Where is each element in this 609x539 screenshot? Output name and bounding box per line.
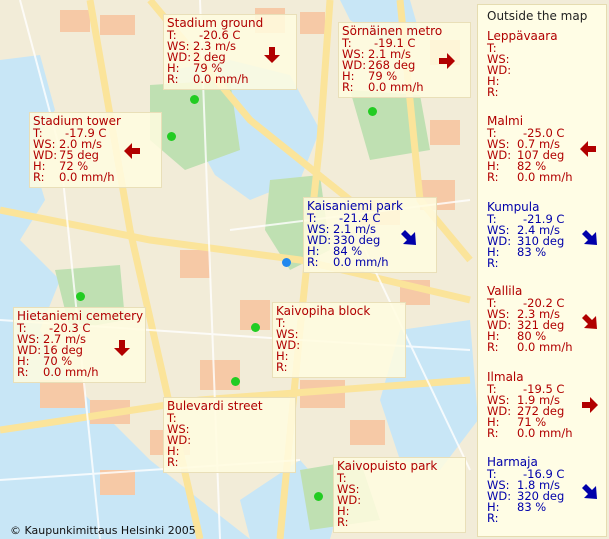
wind-arrow-left-icon: [124, 143, 140, 159]
station-box-stadium-tower[interactable]: Stadium tower T: -17.9 C WS: 2.0 m/s WD: 75…: [29, 112, 162, 188]
station-marker-kaivopuisto-park[interactable]: [314, 492, 323, 501]
station-box-kaivopuisto-park[interactable]: Kaivopuisto park T: WS: WD: H: R:: [333, 457, 466, 533]
wind-arrow-left-icon: [580, 141, 596, 157]
station-box-bulevardi-street[interactable]: Bulevardi street T: WS: WD: H: R:: [163, 397, 296, 473]
station-name: Bulevardi street: [167, 399, 263, 413]
wind-arrow-down-right-icon: [582, 314, 597, 329]
station-name: Kaivopuisto park: [337, 459, 438, 473]
copyright-text: © Kaupunkimittaus Helsinki 2005: [10, 524, 196, 537]
station-marker-stadium-tower[interactable]: [167, 132, 176, 141]
station-box-kaisaniemi-park[interactable]: Kaisaniemi park T: -21.4 C WS: 2.1 m/s WD:…: [303, 197, 437, 273]
station-name: Leppävaara: [487, 29, 558, 43]
station-marker-hietaniemi-cemetery[interactable]: [76, 292, 85, 301]
rain-value: 0.0 mm/h: [333, 255, 389, 269]
outside-station-kumpula[interactable]: Kumpula T: -21.9 C WS: 2.4 m/s WD: 310 deg …: [487, 201, 564, 269]
humidity-value: 83 %: [517, 500, 547, 514]
wind-arrow-down-right-icon: [401, 230, 416, 245]
rain-value: 0.0 mm/h: [517, 340, 573, 354]
outside-panel-title: Outside the map: [487, 9, 588, 23]
station-box-hietaniemi-cemetery[interactable]: Hietaniemi cemetery T: -20.3 C WS: 2.7 m/s…: [13, 307, 146, 383]
outside-the-map-panel: Outside the map Leppävaara T: WS: WD: H:…: [477, 4, 607, 537]
rain-value: 0.0 mm/h: [517, 170, 573, 184]
outside-station-ilmala[interactable]: Ilmala T: -19.5 C WS: 1.9 m/s WD: 272 deg H…: [487, 371, 573, 440]
rain-value: 0.0 mm/h: [59, 170, 115, 184]
wind-arrow-down-right-icon: [582, 484, 597, 499]
outside-station-harmaja[interactable]: Harmaja T: -16.9 C WS: 1.8 m/s WD: 320 deg …: [487, 456, 564, 524]
rain-value: 0.0 mm/h: [193, 72, 249, 86]
weather-map: Stadium ground T: -20.6 C WS: 2.3 m/s WD: 2…: [0, 0, 609, 539]
outside-station-vallila[interactable]: Vallila T: -20.2 C WS: 2.3 m/s WD: 321 deg …: [487, 285, 573, 354]
wind-arrow-down-right-icon: [582, 230, 597, 245]
wind-arrow-down-icon: [114, 340, 130, 356]
outside-station-malmi[interactable]: Malmi T: -25.0 C WS: 0.7 m/s WD: 107 deg H:…: [487, 115, 573, 184]
station-box-stadium-ground[interactable]: Stadium ground T: -20.6 C WS: 2.3 m/s WD: 2…: [163, 14, 297, 90]
wind-arrow-right-icon: [439, 53, 455, 69]
station-marker-sornainen-metro[interactable]: [368, 107, 377, 116]
station-box-kaivopiha-block[interactable]: Kaivopiha block T: WS: WD: H: R:: [272, 302, 406, 378]
humidity-value: 83 %: [517, 245, 547, 259]
rain-value: 0.0 mm/h: [517, 426, 573, 440]
wind-arrow-right-icon: [582, 397, 598, 413]
station-marker-kaivopiha-block[interactable]: [251, 323, 260, 332]
rain-value: 0.0 mm/h: [43, 365, 99, 379]
station-marker-stadium-ground[interactable]: [190, 95, 199, 104]
station-name: Kaivopiha block: [276, 304, 371, 318]
outside-station-leppavaara[interactable]: Leppävaara T: WS: WD: H: R:: [487, 29, 558, 98]
rain-value: 0.0 mm/h: [368, 80, 424, 94]
station-marker-kaisaniemi-park[interactable]: [282, 258, 291, 267]
station-marker-bulevardi-street[interactable]: [231, 377, 240, 386]
station-box-sornainen-metro[interactable]: Sörnäinen metro T: -19.1 C WS: 2.1 m/s WD:…: [338, 22, 471, 98]
wind-arrow-down-icon: [264, 47, 280, 63]
